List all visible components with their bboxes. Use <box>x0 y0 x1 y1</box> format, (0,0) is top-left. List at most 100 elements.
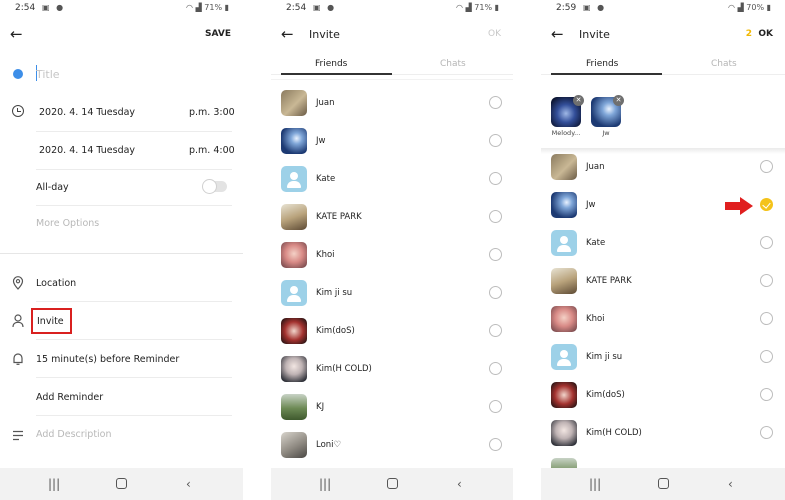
status-bar: 2:54 ▣ ● ◠ ▟ 71% ▮ <box>0 0 243 17</box>
friend-checkbox[interactable] <box>489 324 502 337</box>
recent-apps-icon[interactable]: ||| <box>48 476 60 492</box>
start-date[interactable]: 2020. 4. 14 Tuesday <box>39 107 135 118</box>
location-pin-icon <box>12 276 24 290</box>
friend-row[interactable]: Kate <box>541 225 785 263</box>
friend-checkbox-checked[interactable] <box>760 198 773 211</box>
recent-apps-icon[interactable]: ||| <box>589 476 601 492</box>
friend-checkbox[interactable] <box>760 388 773 401</box>
friend-checkbox[interactable] <box>489 210 502 223</box>
default-avatar-icon <box>551 230 577 256</box>
friend-name: KATE PARK <box>586 276 632 286</box>
friend-row[interactable]: Kim(H COLD) <box>541 415 785 453</box>
friend-row[interactable]: Loni♡ <box>271 427 513 465</box>
tab-bar: Friends Chats <box>541 53 785 75</box>
friend-checkbox[interactable] <box>489 438 502 451</box>
friend-checkbox[interactable] <box>760 236 773 249</box>
friend-name: KATE PARK <box>316 212 362 222</box>
back-arrow-icon[interactable]: ← <box>281 25 299 43</box>
friend-row[interactable]: Kim(H COLD) <box>271 351 513 389</box>
battery-status: ◠ ▟ 71% ▮ <box>186 3 229 12</box>
friend-row[interactable]: KATE PARK <box>271 199 513 237</box>
friend-row[interactable]: Kate <box>271 161 513 199</box>
friend-name: Kim(H COLD) <box>586 428 642 438</box>
end-date[interactable]: 2020. 4. 14 Tuesday <box>39 145 135 156</box>
home-icon[interactable] <box>387 478 398 489</box>
more-options-link[interactable]: More Options <box>36 218 99 229</box>
friend-row[interactable]: Kim(doS) <box>271 313 513 351</box>
tab-bar: Friends Chats <box>271 53 513 75</box>
friend-checkbox[interactable] <box>489 286 502 299</box>
signal-icon: ▟ <box>737 3 744 12</box>
reminder-field[interactable]: 15 minute(s) before Reminder <box>36 354 179 365</box>
battery-icon: ▮ <box>224 3 229 12</box>
friend-row[interactable]: Khoi <box>541 301 785 339</box>
friend-row[interactable]: KATE PARK <box>541 263 785 301</box>
tab-chats[interactable]: Chats <box>440 59 466 69</box>
friend-row[interactable]: Khoi <box>271 237 513 275</box>
toggle-knob <box>202 179 217 194</box>
ok-button[interactable]: OK <box>758 29 773 39</box>
app-bar: ← SAVE <box>0 17 243 53</box>
home-icon[interactable] <box>658 478 669 489</box>
friend-checkbox[interactable] <box>489 134 502 147</box>
friend-name: Kim ji su <box>316 288 353 298</box>
friend-name: KJ <box>316 402 325 412</box>
all-day-toggle[interactable] <box>202 179 227 194</box>
divider <box>36 301 232 302</box>
back-arrow-icon[interactable]: ← <box>551 25 569 43</box>
friend-row[interactable]: Kim ji su <box>271 275 513 313</box>
friend-row-partial[interactable] <box>541 453 785 473</box>
add-reminder-button[interactable]: Add Reminder <box>36 392 103 403</box>
ok-button[interactable]: OK <box>488 29 501 39</box>
selected-name: Jw <box>602 129 610 137</box>
status-time: 2:54 <box>15 3 36 13</box>
friend-name: Juan <box>316 98 335 108</box>
start-time[interactable]: p.m. 3:00 <box>189 107 235 118</box>
friend-name: Kim ji su <box>586 352 623 362</box>
divider <box>36 415 232 416</box>
friend-row[interactable]: KJ <box>271 389 513 427</box>
selected-friends-strip: ✕ Melody... ✕ Jw <box>541 93 785 147</box>
divider <box>36 339 232 340</box>
friend-row[interactable]: Kim ji su <box>541 339 785 377</box>
end-time[interactable]: p.m. 4:00 <box>189 145 235 156</box>
add-description-field[interactable]: Add Description <box>36 429 112 440</box>
friend-row[interactable]: Juan <box>541 149 785 187</box>
friend-avatar <box>281 90 307 116</box>
tab-chats[interactable]: Chats <box>711 59 737 69</box>
back-nav-icon[interactable]: ‹ <box>186 476 191 492</box>
save-button[interactable]: SAVE <box>205 29 231 39</box>
friend-row[interactable]: Kim(doS) <box>541 377 785 415</box>
friend-name: Juan <box>586 162 605 172</box>
friend-checkbox[interactable] <box>760 350 773 363</box>
friend-avatar <box>281 242 307 268</box>
recent-apps-icon[interactable]: ||| <box>319 476 331 492</box>
calendar-color-dot[interactable] <box>13 69 23 79</box>
battery-icon: ▮ <box>494 3 499 12</box>
friend-checkbox[interactable] <box>489 400 502 413</box>
remove-selected-icon[interactable]: ✕ <box>573 95 584 106</box>
friend-checkbox[interactable] <box>489 248 502 261</box>
tab-friends[interactable]: Friends <box>586 59 618 69</box>
friend-checkbox[interactable] <box>489 96 502 109</box>
friend-checkbox[interactable] <box>760 426 773 439</box>
home-icon[interactable] <box>116 478 127 489</box>
divider <box>271 79 513 80</box>
invite-selected-screen: 2:59 ▣ ● ◠ ▟ 70% ▮ ← Invite 2 OK Friends… <box>541 0 785 500</box>
tab-friends[interactable]: Friends <box>315 59 347 69</box>
remove-selected-icon[interactable]: ✕ <box>613 95 624 106</box>
friend-name: Kim(doS) <box>316 326 355 336</box>
friend-checkbox[interactable] <box>760 312 773 325</box>
notification-icons: ▣ ● <box>583 3 607 12</box>
back-nav-icon[interactable]: ‹ <box>728 476 733 492</box>
friend-checkbox[interactable] <box>760 160 773 173</box>
back-nav-icon[interactable]: ‹ <box>457 476 462 492</box>
title-input[interactable] <box>36 64 186 84</box>
location-field[interactable]: Location <box>36 278 76 289</box>
friend-checkbox[interactable] <box>489 172 502 185</box>
friend-checkbox[interactable] <box>489 362 502 375</box>
back-arrow-icon[interactable]: ← <box>10 25 28 43</box>
friend-row[interactable]: Jw <box>271 123 513 161</box>
friend-checkbox[interactable] <box>760 274 773 287</box>
friend-row[interactable]: Juan <box>271 85 513 123</box>
